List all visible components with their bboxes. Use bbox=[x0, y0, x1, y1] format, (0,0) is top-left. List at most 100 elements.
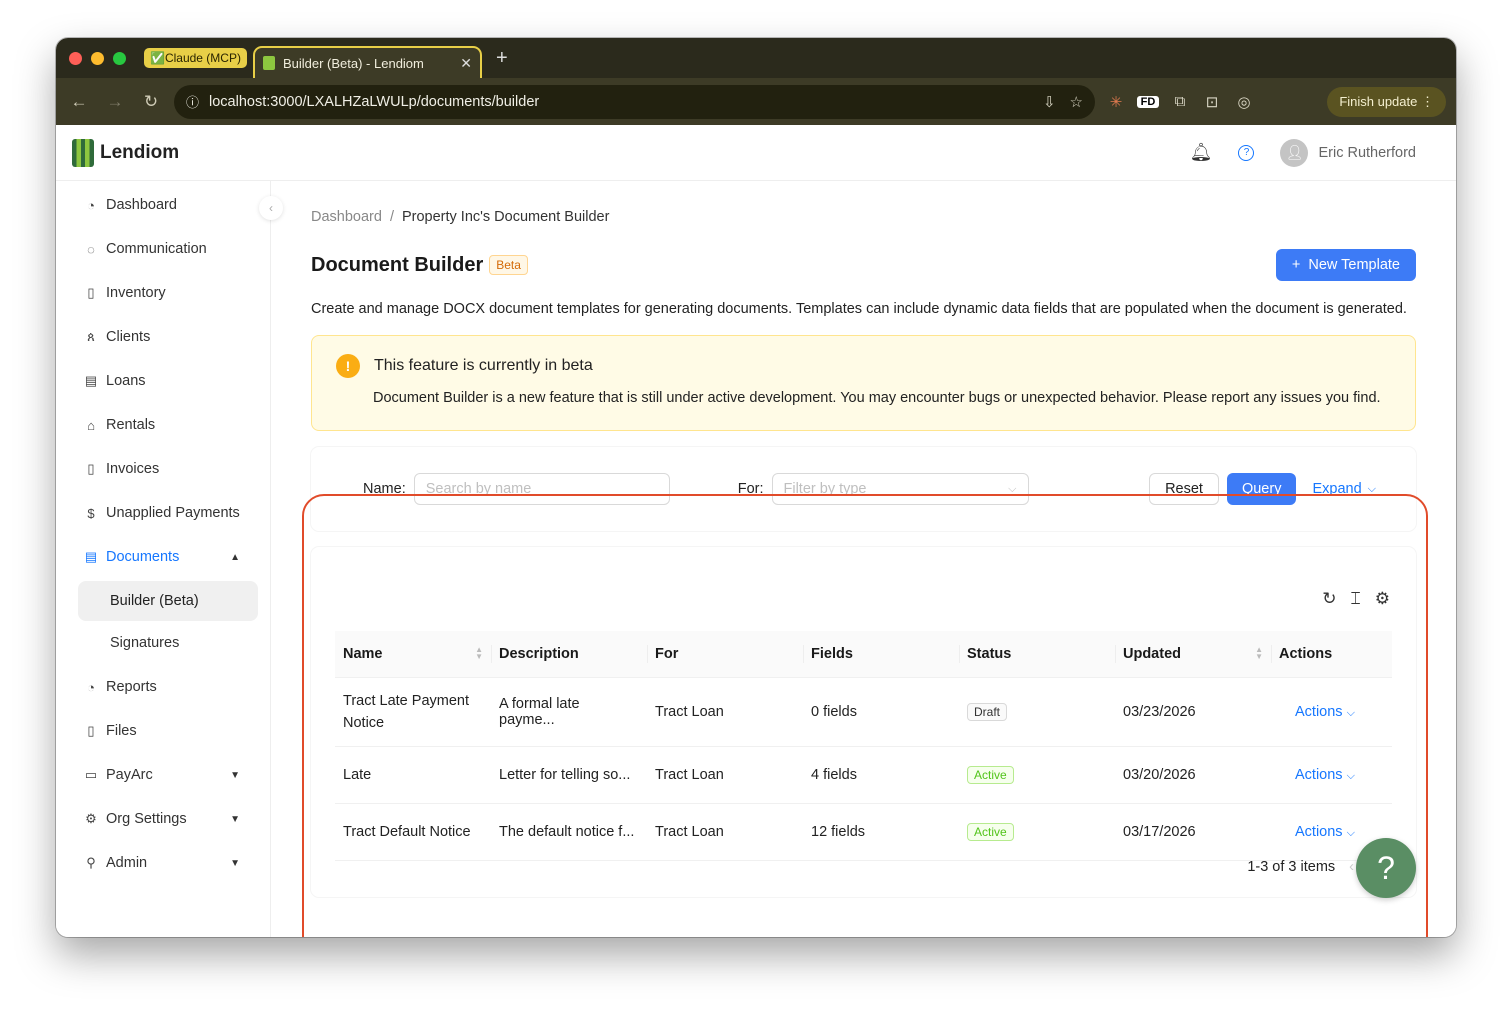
sidebar-item-communication[interactable]: ◌ Communication bbox=[56, 227, 270, 271]
search-input[interactable]: Search by name bbox=[413, 473, 670, 505]
chevron-down-icon: ⌵ bbox=[1346, 706, 1355, 719]
actions-dropdown[interactable]: Actions ⌵ bbox=[1271, 746, 1392, 804]
address-bar[interactable]: ⓘ localhost:3000/LXALHZaLWULp/documents/… bbox=[174, 84, 1095, 119]
sidebar-item-unapplied-payments[interactable]: $ Unapplied Payments bbox=[56, 491, 270, 535]
tab-search-icon[interactable]: ⊡ bbox=[1201, 93, 1223, 111]
settings-gear-icon[interactable]: ⚙ bbox=[1375, 589, 1390, 609]
actions-label: Actions bbox=[1295, 766, 1343, 783]
sort-icon[interactable]: ▲ ▼ bbox=[475, 646, 483, 661]
table-header-row: Name ▲ ▼ Description For Fields Status Upd… bbox=[335, 631, 1392, 678]
plus-icon: + bbox=[1291, 257, 1301, 273]
tab-close-icon[interactable]: ✕ bbox=[460, 55, 472, 72]
cell-description: Letter for telling so... bbox=[491, 746, 647, 804]
status-badge: Active bbox=[967, 765, 1014, 784]
column-label: Status bbox=[967, 645, 1012, 662]
sidebar-item-loans[interactable]: ▤ Loans bbox=[56, 359, 270, 403]
new-template-button[interactable]: + New Template bbox=[1275, 249, 1416, 281]
user-icon: ⚲ bbox=[86, 855, 96, 870]
new-tab-button[interactable]: + bbox=[496, 47, 508, 70]
type-filter-select[interactable]: Filter by type ⌵ bbox=[771, 473, 1029, 505]
sidebar-subitem-builder-beta[interactable]: Builder (Beta) bbox=[78, 581, 258, 621]
sort-icon[interactable]: ▲ ▼ bbox=[1255, 646, 1263, 661]
header-actions: 🔔︎ ? 👤︎ Eric Rutherford bbox=[1190, 138, 1416, 167]
reload-icon[interactable]: ↻ bbox=[1322, 589, 1336, 609]
column-label: Name bbox=[343, 645, 383, 662]
cell-for: Tract Loan bbox=[647, 803, 803, 861]
cell-name: Tract Late Payment Notice bbox=[335, 677, 491, 747]
sidebar-item-label: PayArc bbox=[106, 767, 153, 783]
sidebar-item-admin[interactable]: ⚲ Admin ▼ bbox=[56, 841, 270, 885]
sidebar-subitem-label: Builder (Beta) bbox=[110, 593, 199, 609]
actions-label: Actions bbox=[1295, 703, 1343, 720]
sidebar-item-files[interactable]: ▯ Files bbox=[56, 709, 270, 753]
forward-icon[interactable]: → bbox=[102, 92, 128, 112]
close-window-button[interactable] bbox=[69, 51, 82, 65]
sidebar-item-reports[interactable]: ◔ Reports bbox=[56, 665, 270, 709]
extensions-puzzle-icon[interactable]: ⧉ bbox=[1169, 93, 1191, 110]
browser-tab-active[interactable]: Builder (Beta) - Lendiom ✕ bbox=[252, 46, 482, 78]
home-icon: ⌂ bbox=[87, 417, 95, 433]
sidebar-subitem-label: Signatures bbox=[110, 635, 180, 651]
column-header-actions: Actions bbox=[1271, 631, 1392, 678]
sidebar-subitem-signatures[interactable]: Signatures bbox=[78, 623, 258, 663]
card-icon: ▭ bbox=[84, 767, 98, 782]
help-chat-button[interactable]: ? bbox=[1356, 838, 1416, 898]
tab-group-label[interactable]: ✅Claude (MCP) bbox=[144, 48, 247, 68]
minimize-window-button[interactable] bbox=[91, 51, 104, 65]
title-row: Document Builder Beta + New Template bbox=[311, 249, 1416, 281]
column-header-name[interactable]: Name ▲ ▼ bbox=[335, 631, 491, 678]
column-header-description: Description bbox=[491, 631, 647, 678]
sidebar-item-payarc[interactable]: ▭ PayArc ▼ bbox=[56, 753, 270, 797]
install-app-icon[interactable]: ⇩ bbox=[1043, 93, 1056, 111]
density-icon[interactable]: ⌶ bbox=[1351, 589, 1361, 609]
site-info-icon[interactable]: ⓘ bbox=[186, 92, 199, 111]
fd-extension-icon[interactable]: FD bbox=[1137, 95, 1159, 108]
gear-icon: ⚙ bbox=[85, 811, 97, 826]
column-header-updated[interactable]: Updated ▲ ▼ bbox=[1115, 631, 1271, 678]
sidebar-item-invoices[interactable]: ▯ Invoices bbox=[56, 447, 270, 491]
help-icon[interactable]: ? bbox=[1238, 144, 1255, 161]
finish-update-button[interactable]: Finish update ⋮ bbox=[1327, 86, 1446, 117]
chevron-down-icon: ▼ bbox=[230, 769, 240, 781]
table-row: Late Letter for telling so... Tract Loan… bbox=[335, 746, 1392, 804]
maximize-window-button[interactable] bbox=[113, 51, 126, 65]
sidebar-item-org-settings[interactable]: ⚙ Org Settings ▼ bbox=[56, 797, 270, 841]
app-logo[interactable]: Lendiom bbox=[72, 138, 179, 167]
reload-icon[interactable]: ↻ bbox=[138, 92, 164, 112]
sidebar-item-label: Rentals bbox=[106, 417, 156, 433]
sidebar-item-dashboard[interactable]: ◔ Dashboard bbox=[56, 183, 270, 227]
sidebar-item-documents[interactable]: ▤ Documents ▲ bbox=[56, 535, 270, 579]
sidebar-item-rentals[interactable]: ⌂ Rentals bbox=[56, 403, 270, 447]
bookmark-star-icon[interactable]: ☆ bbox=[1070, 93, 1083, 111]
profile-icon[interactable]: ◎ bbox=[1233, 93, 1255, 111]
expand-button[interactable]: Expand ⌵ bbox=[1312, 481, 1376, 497]
loans-icon: ▤ bbox=[84, 373, 98, 388]
window-controls bbox=[69, 51, 126, 65]
breadcrumb: Dashboard / Property Inc's Document Buil… bbox=[311, 209, 1416, 225]
column-header-fields: Fields bbox=[803, 631, 959, 678]
user-name: Eric Rutherford bbox=[1318, 144, 1416, 161]
filter-card: Name: Search by name For: Filter by type… bbox=[311, 447, 1416, 531]
user-menu[interactable]: 👤︎ Eric Rutherford bbox=[1280, 138, 1416, 167]
beta-alert: ! This feature is currently in beta Docu… bbox=[311, 335, 1416, 431]
chevron-up-icon: ▲ bbox=[230, 551, 240, 563]
back-icon[interactable]: ← bbox=[66, 92, 92, 112]
clients-icon: ጰ bbox=[87, 329, 95, 344]
table-toolbar: ↻ ⌶ ⚙ bbox=[335, 547, 1392, 611]
breadcrumb-dashboard[interactable]: Dashboard bbox=[311, 209, 382, 225]
sidebar-item-clients[interactable]: ጰ Clients bbox=[56, 315, 270, 359]
sidebar-item-label: Reports bbox=[106, 679, 157, 695]
actions-dropdown[interactable]: Actions ⌵ bbox=[1271, 677, 1392, 747]
dashboard-icon: ◔ bbox=[87, 197, 95, 213]
column-label: For bbox=[655, 645, 679, 662]
query-button[interactable]: Query bbox=[1226, 473, 1297, 505]
table-row: Tract Late Payment Notice A formal late … bbox=[335, 677, 1392, 747]
notifications-bell-icon[interactable]: 🔔︎ bbox=[1190, 142, 1213, 163]
prev-page-icon[interactable]: ‹ bbox=[1349, 859, 1354, 875]
sidebar-item-label: Loans bbox=[106, 373, 146, 389]
cell-status: Active bbox=[959, 803, 1115, 861]
claude-extension-icon[interactable]: ✳ bbox=[1105, 93, 1127, 111]
reset-button[interactable]: Reset bbox=[1149, 473, 1219, 505]
sidebar-item-inventory[interactable]: ▯ Inventory bbox=[56, 271, 270, 315]
browser-window: ✅Claude (MCP) Builder (Beta) - Lendiom ✕… bbox=[56, 38, 1456, 937]
